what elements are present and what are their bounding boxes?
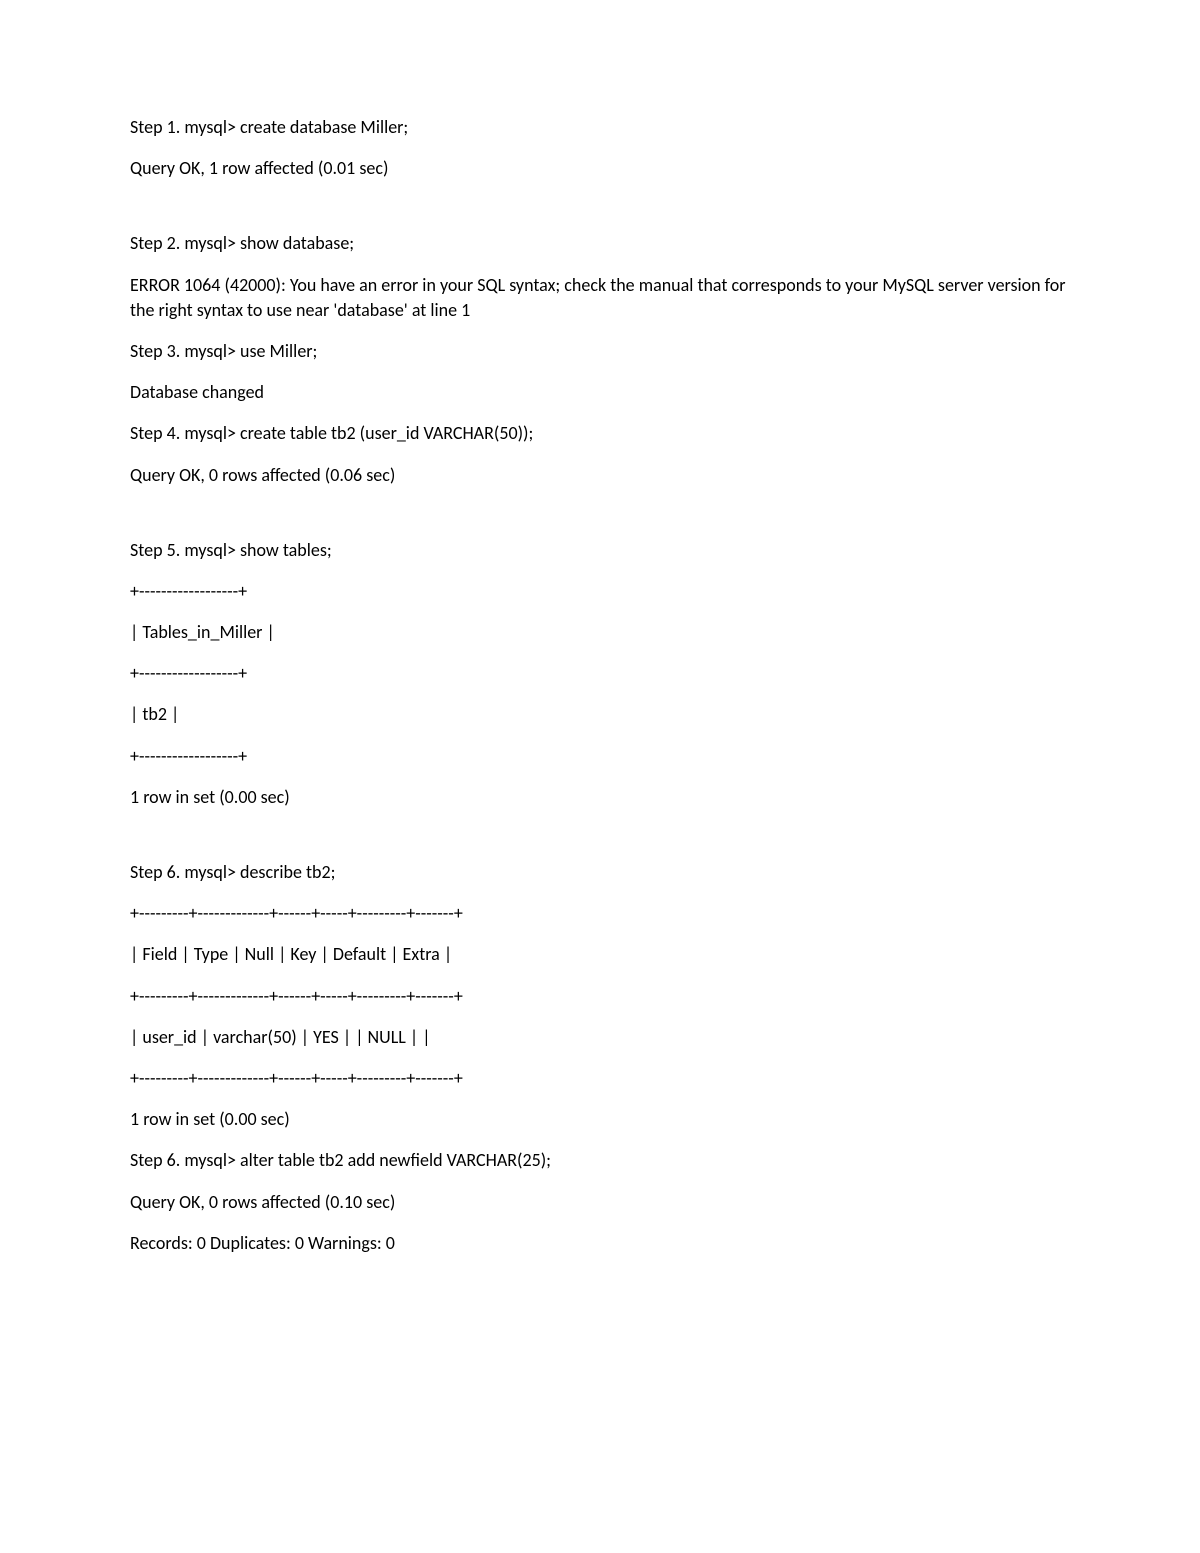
step-3-command: Step 3. mysql> use Miller; (130, 339, 1070, 364)
step-6b-command: Step 6. mysql> alter table tb2 add newfi… (130, 1148, 1070, 1173)
blank-gap (130, 197, 1070, 231)
step-6b-records: Records: 0 Duplicates: 0 Warnings: 0 (130, 1231, 1070, 1256)
table-border: +---------+-------------+------+-----+--… (130, 984, 1070, 1009)
step-3-result: Database changed (130, 380, 1070, 405)
step-2-error: ERROR 1064 (42000): You have an error in… (130, 273, 1070, 323)
step-1-command: Step 1. mysql> create database Miller; (130, 115, 1070, 140)
blank-gap (130, 504, 1070, 538)
table-border: +------------------+ (130, 661, 1070, 686)
step-4-command: Step 4. mysql> create table tb2 (user_id… (130, 421, 1070, 446)
table-header: | Tables_in_Miller | (130, 620, 1070, 645)
table-row: | tb2 | (130, 702, 1070, 727)
table-border: +------------------+ (130, 744, 1070, 769)
step-5-command: Step 5. mysql> show tables; (130, 538, 1070, 563)
step-4-result: Query OK, 0 rows affected (0.06 sec) (130, 463, 1070, 488)
table-row: | user_id | varchar(50) | YES | | NULL |… (130, 1025, 1070, 1050)
blank-gap (130, 826, 1070, 860)
step-6-command: Step 6. mysql> describe tb2; (130, 860, 1070, 885)
step-5-result: 1 row in set (0.00 sec) (130, 785, 1070, 810)
table-header: | Field | Type | Null | Key | Default | … (130, 942, 1070, 967)
step-6-result: 1 row in set (0.00 sec) (130, 1107, 1070, 1132)
step-2-command: Step 2. mysql> show database; (130, 231, 1070, 256)
step-6b-result: Query OK, 0 rows affected (0.10 sec) (130, 1190, 1070, 1215)
table-border: +---------+-------------+------+-----+--… (130, 901, 1070, 926)
table-border: +------------------+ (130, 579, 1070, 604)
step-1-result: Query OK, 1 row affected (0.01 sec) (130, 156, 1070, 181)
table-border: +---------+-------------+------+-----+--… (130, 1066, 1070, 1091)
